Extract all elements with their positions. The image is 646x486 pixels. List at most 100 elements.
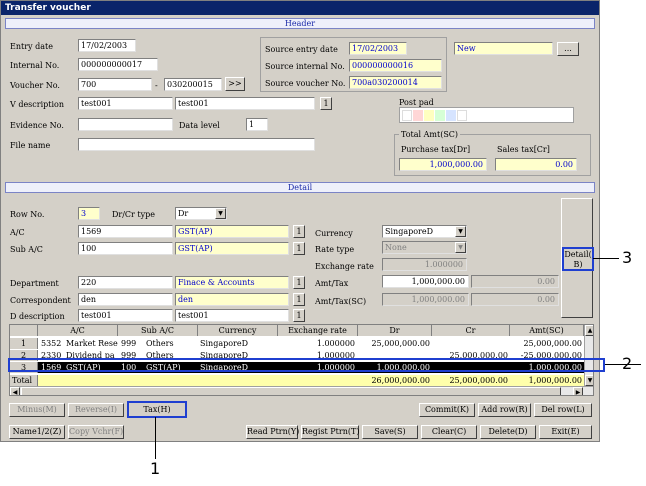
correspondent-label: Correspondent bbox=[10, 296, 71, 305]
sub-ac-name-field: GST(AP) bbox=[175, 242, 289, 255]
sub-ac-lookup-button[interactable]: 1 bbox=[293, 242, 305, 255]
post-pad-swatch-white-2[interactable] bbox=[457, 110, 467, 121]
detail-button[interactable]: Detail( B) bbox=[562, 247, 594, 271]
correspondent-code-field[interactable]: den bbox=[78, 293, 173, 306]
row-number: 1 bbox=[10, 338, 38, 349]
voucher-no-field-2[interactable]: 030200015 bbox=[164, 78, 222, 91]
entry-date-field[interactable]: 17/02/2003 bbox=[78, 39, 136, 52]
rate-type-label: Rate type bbox=[315, 245, 355, 254]
scroll-down-icon[interactable]: ▼ bbox=[585, 375, 593, 386]
row-sub-name: Others bbox=[146, 339, 174, 348]
currency-value: SingaporeD bbox=[385, 227, 433, 236]
tax-button[interactable]: Tax(H) bbox=[127, 401, 187, 418]
copy-vchr-button[interactable]: Copy Vchr(F) bbox=[68, 425, 124, 439]
clear-button[interactable]: Clear(C) bbox=[421, 425, 477, 439]
status-field: New bbox=[454, 42, 553, 55]
row-amt: 25,000,000.00 bbox=[523, 339, 582, 348]
del-row-button[interactable]: Del row(L) bbox=[534, 403, 592, 417]
col-currency[interactable]: Currency bbox=[198, 325, 278, 336]
callout-1-line bbox=[155, 417, 156, 459]
post-pad-swatch-white[interactable] bbox=[402, 110, 412, 121]
add-row-button[interactable]: Add row(R) bbox=[478, 403, 531, 417]
row-rate: 1.000000 bbox=[316, 339, 355, 348]
currency-select[interactable]: SingaporeD ▼ bbox=[382, 225, 467, 238]
reverse-button[interactable]: Reverse(I) bbox=[68, 403, 124, 417]
row-currency: SingaporeD bbox=[200, 339, 248, 348]
callout-3-number: 3 bbox=[622, 248, 633, 267]
chevron-down-icon[interactable]: ▼ bbox=[215, 208, 226, 219]
ac-name-field: GST(AP) bbox=[175, 225, 289, 238]
minus-button[interactable]: Minus(M) bbox=[9, 403, 65, 417]
total-cr: 25,000,000.00 bbox=[449, 376, 508, 385]
delete-button[interactable]: Delete(D) bbox=[480, 425, 536, 439]
col-dr[interactable]: Dr bbox=[358, 325, 432, 336]
col-amt-sc[interactable]: Amt(SC) bbox=[510, 325, 584, 336]
post-pad-swatch-green[interactable] bbox=[435, 110, 445, 121]
file-name-field[interactable] bbox=[78, 138, 315, 151]
post-pad-swatch-pink[interactable] bbox=[413, 110, 423, 121]
v-description-field-1[interactable]: test001 bbox=[78, 97, 173, 110]
amt-field[interactable]: 1,000,000.00 bbox=[382, 275, 469, 288]
sub-ac-code-field[interactable]: 100 bbox=[78, 242, 173, 255]
evidence-no-label: Evidence No. bbox=[10, 121, 64, 130]
col-ac[interactable]: A/C bbox=[38, 325, 118, 336]
source-voucher-no-label: Source voucher No. bbox=[265, 79, 346, 88]
ac-label: A/C bbox=[10, 228, 25, 237]
exchange-rate-field: 1.000000 bbox=[382, 258, 467, 271]
internal-no-field[interactable]: 000000000017 bbox=[78, 58, 158, 71]
d-description-lookup-button[interactable]: 1 bbox=[293, 309, 305, 322]
source-entry-date-label: Source entry date bbox=[265, 45, 338, 54]
d-description-label: D description bbox=[10, 312, 65, 321]
col-cr[interactable]: Cr bbox=[432, 325, 510, 336]
post-pad-area[interactable] bbox=[399, 107, 574, 123]
scroll-up-icon[interactable]: ▲ bbox=[585, 325, 593, 336]
voucher-no-separator: - bbox=[155, 81, 158, 90]
table-row[interactable]: 1 5352 Market Rese 999 Others SingaporeD… bbox=[10, 338, 593, 349]
row-no-label: Row No. bbox=[10, 210, 45, 219]
department-code-field[interactable]: 220 bbox=[78, 276, 173, 289]
hscroll-thumb[interactable] bbox=[21, 387, 561, 395]
ac-code-field[interactable]: 1569 bbox=[78, 225, 173, 238]
post-pad-swatch-blue[interactable] bbox=[446, 110, 456, 121]
selected-row-highlight bbox=[8, 358, 605, 372]
total-dr: 26,000,000.00 bbox=[371, 376, 430, 385]
grid-corner bbox=[10, 325, 38, 336]
correspondent-lookup-button[interactable]: 1 bbox=[293, 293, 305, 306]
post-pad-swatch-yellow[interactable] bbox=[424, 110, 434, 121]
grid-hscrollbar[interactable]: ◀ ▶ bbox=[10, 386, 593, 395]
ac-lookup-button[interactable]: 1 bbox=[293, 225, 305, 238]
save-button[interactable]: Save(S) bbox=[362, 425, 418, 439]
name12-button[interactable]: Name1/2(Z) bbox=[9, 425, 65, 439]
tax-field: 0.00 bbox=[471, 275, 559, 288]
chevron-down-icon: ▼ bbox=[455, 242, 466, 253]
chevron-down-icon[interactable]: ▼ bbox=[455, 226, 466, 237]
voucher-next-button[interactable]: >> bbox=[225, 77, 245, 91]
commit-button[interactable]: Commit(K) bbox=[419, 403, 475, 417]
purchase-tax-label: Purchase tax[Dr] bbox=[401, 145, 471, 154]
scroll-left-icon[interactable]: ◀ bbox=[10, 387, 20, 395]
voucher-no-field[interactable]: 700 bbox=[78, 78, 152, 91]
exit-button[interactable]: Exit(E) bbox=[539, 425, 592, 439]
department-label: Department bbox=[10, 279, 59, 288]
data-level-field[interactable]: 1 bbox=[246, 118, 268, 131]
regist-ptrn-button[interactable]: Regist Ptrn(T) bbox=[301, 425, 359, 439]
scroll-right-icon[interactable]: ▶ bbox=[573, 387, 583, 395]
department-lookup-button[interactable]: 1 bbox=[293, 276, 305, 289]
total-amt: 1,000,000.00 bbox=[528, 376, 582, 385]
total-amt-label: Total Amt(SC) bbox=[399, 129, 461, 140]
v-description-field-2[interactable]: test001 bbox=[175, 97, 315, 110]
callout-3-line bbox=[593, 258, 619, 259]
read-ptrn-button[interactable]: Read Ptrn(Y) bbox=[246, 425, 299, 439]
v-description-lookup-button[interactable]: 1 bbox=[320, 97, 332, 110]
drcr-type-select[interactable]: Dr ▼ bbox=[175, 207, 227, 220]
d-description-field-2[interactable]: test001 bbox=[175, 309, 289, 322]
d-description-field-1[interactable]: test001 bbox=[78, 309, 173, 322]
col-exchange-rate[interactable]: Exchange rate bbox=[278, 325, 358, 336]
evidence-no-field[interactable] bbox=[78, 118, 173, 131]
grid-vscrollbar[interactable]: ▲ ▼ bbox=[584, 325, 593, 386]
source-internal-no-field: 000000000016 bbox=[349, 59, 442, 72]
row-no-field[interactable]: 3 bbox=[78, 207, 100, 220]
status-button[interactable]: ... bbox=[557, 42, 579, 56]
rate-type-value: None bbox=[385, 243, 407, 252]
col-sub-ac[interactable]: Sub A/C bbox=[118, 325, 198, 336]
